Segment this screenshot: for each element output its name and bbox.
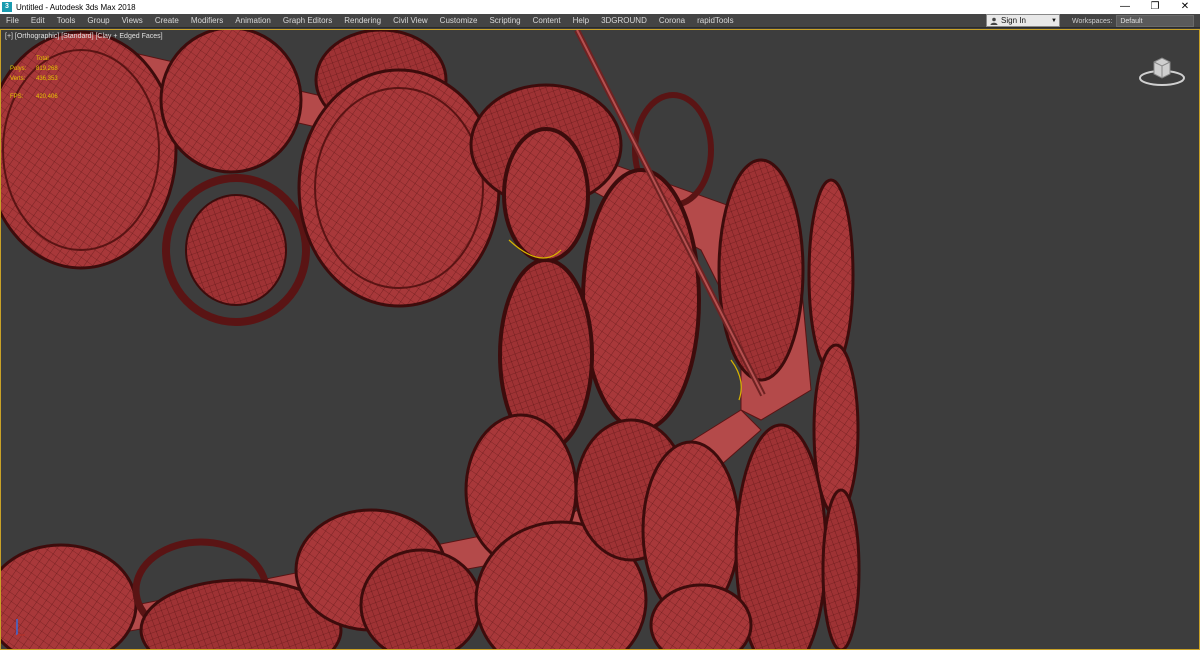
fps-value: 420,406	[36, 94, 58, 100]
scene-render	[1, 30, 861, 649]
workspaces-select[interactable]: Default	[1116, 15, 1195, 27]
menu-graph-editors[interactable]: Graph Editors	[277, 16, 338, 25]
viewport-orthographic[interactable]: [+] [Orthographic] [Standard] [Clay + Ed…	[0, 29, 1200, 650]
workspaces-label: Workspaces:	[1072, 17, 1113, 25]
menu-corona[interactable]: Corona	[653, 16, 691, 25]
menu-views[interactable]: Views	[116, 16, 149, 25]
stats-header: Total	[36, 56, 49, 62]
disc-group-upper	[1, 30, 855, 452]
menu-help[interactable]: Help	[567, 16, 595, 25]
viewport-statistics: Total Polys: 819,268 Verts: 436,353 FPS: 42…	[10, 54, 76, 102]
close-button[interactable]: ✕	[1170, 0, 1200, 14]
viewcube-icon[interactable]	[1137, 50, 1187, 90]
menu-modifiers[interactable]: Modifiers	[185, 16, 229, 25]
fps-label: FPS:	[10, 94, 24, 100]
axis-tripod-icon	[16, 619, 25, 636]
viewport-label[interactable]: [+] [Orthographic] [Standard] [Clay + Ed…	[5, 33, 163, 40]
menu-edit[interactable]: Edit	[25, 16, 51, 25]
title-bar: 3 Untitled - Autodesk 3ds Max 2018 — ❐ ✕	[0, 0, 1200, 14]
menu-create[interactable]: Create	[149, 16, 185, 25]
menu-tools[interactable]: Tools	[51, 16, 82, 25]
menu-rendering[interactable]: Rendering	[338, 16, 387, 25]
menu-3dground[interactable]: 3DGROUND	[595, 16, 653, 25]
verts-value: 436,353	[36, 76, 58, 82]
chevron-down-icon: ▼	[1051, 17, 1057, 24]
menu-file[interactable]: File	[0, 16, 25, 25]
menu-civil-view[interactable]: Civil View	[387, 16, 434, 25]
restore-button[interactable]: ❐	[1140, 0, 1170, 14]
menu-animation[interactable]: Animation	[229, 16, 277, 25]
menu-rapidtools[interactable]: rapidTools	[691, 16, 739, 25]
verts-label: Verts:	[10, 76, 26, 82]
app-icon: 3	[2, 2, 12, 12]
menu-content[interactable]: Content	[527, 16, 567, 25]
sign-in-label: Sign In	[1001, 16, 1026, 25]
sign-in-dropdown[interactable]: Sign In ▼	[986, 14, 1060, 27]
window-title: Untitled - Autodesk 3ds Max 2018	[16, 2, 136, 12]
disc-group-lower	[1, 343, 861, 649]
user-icon	[990, 17, 998, 25]
polys-label: Polys:	[10, 66, 27, 72]
minimize-button[interactable]: —	[1110, 0, 1140, 14]
workspaces-control: Workspaces: Default	[1072, 14, 1195, 28]
polys-value: 819,268	[36, 66, 58, 72]
menu-scripting[interactable]: Scripting	[483, 16, 526, 25]
menu-group[interactable]: Group	[81, 16, 115, 25]
menu-customize[interactable]: Customize	[434, 16, 484, 25]
